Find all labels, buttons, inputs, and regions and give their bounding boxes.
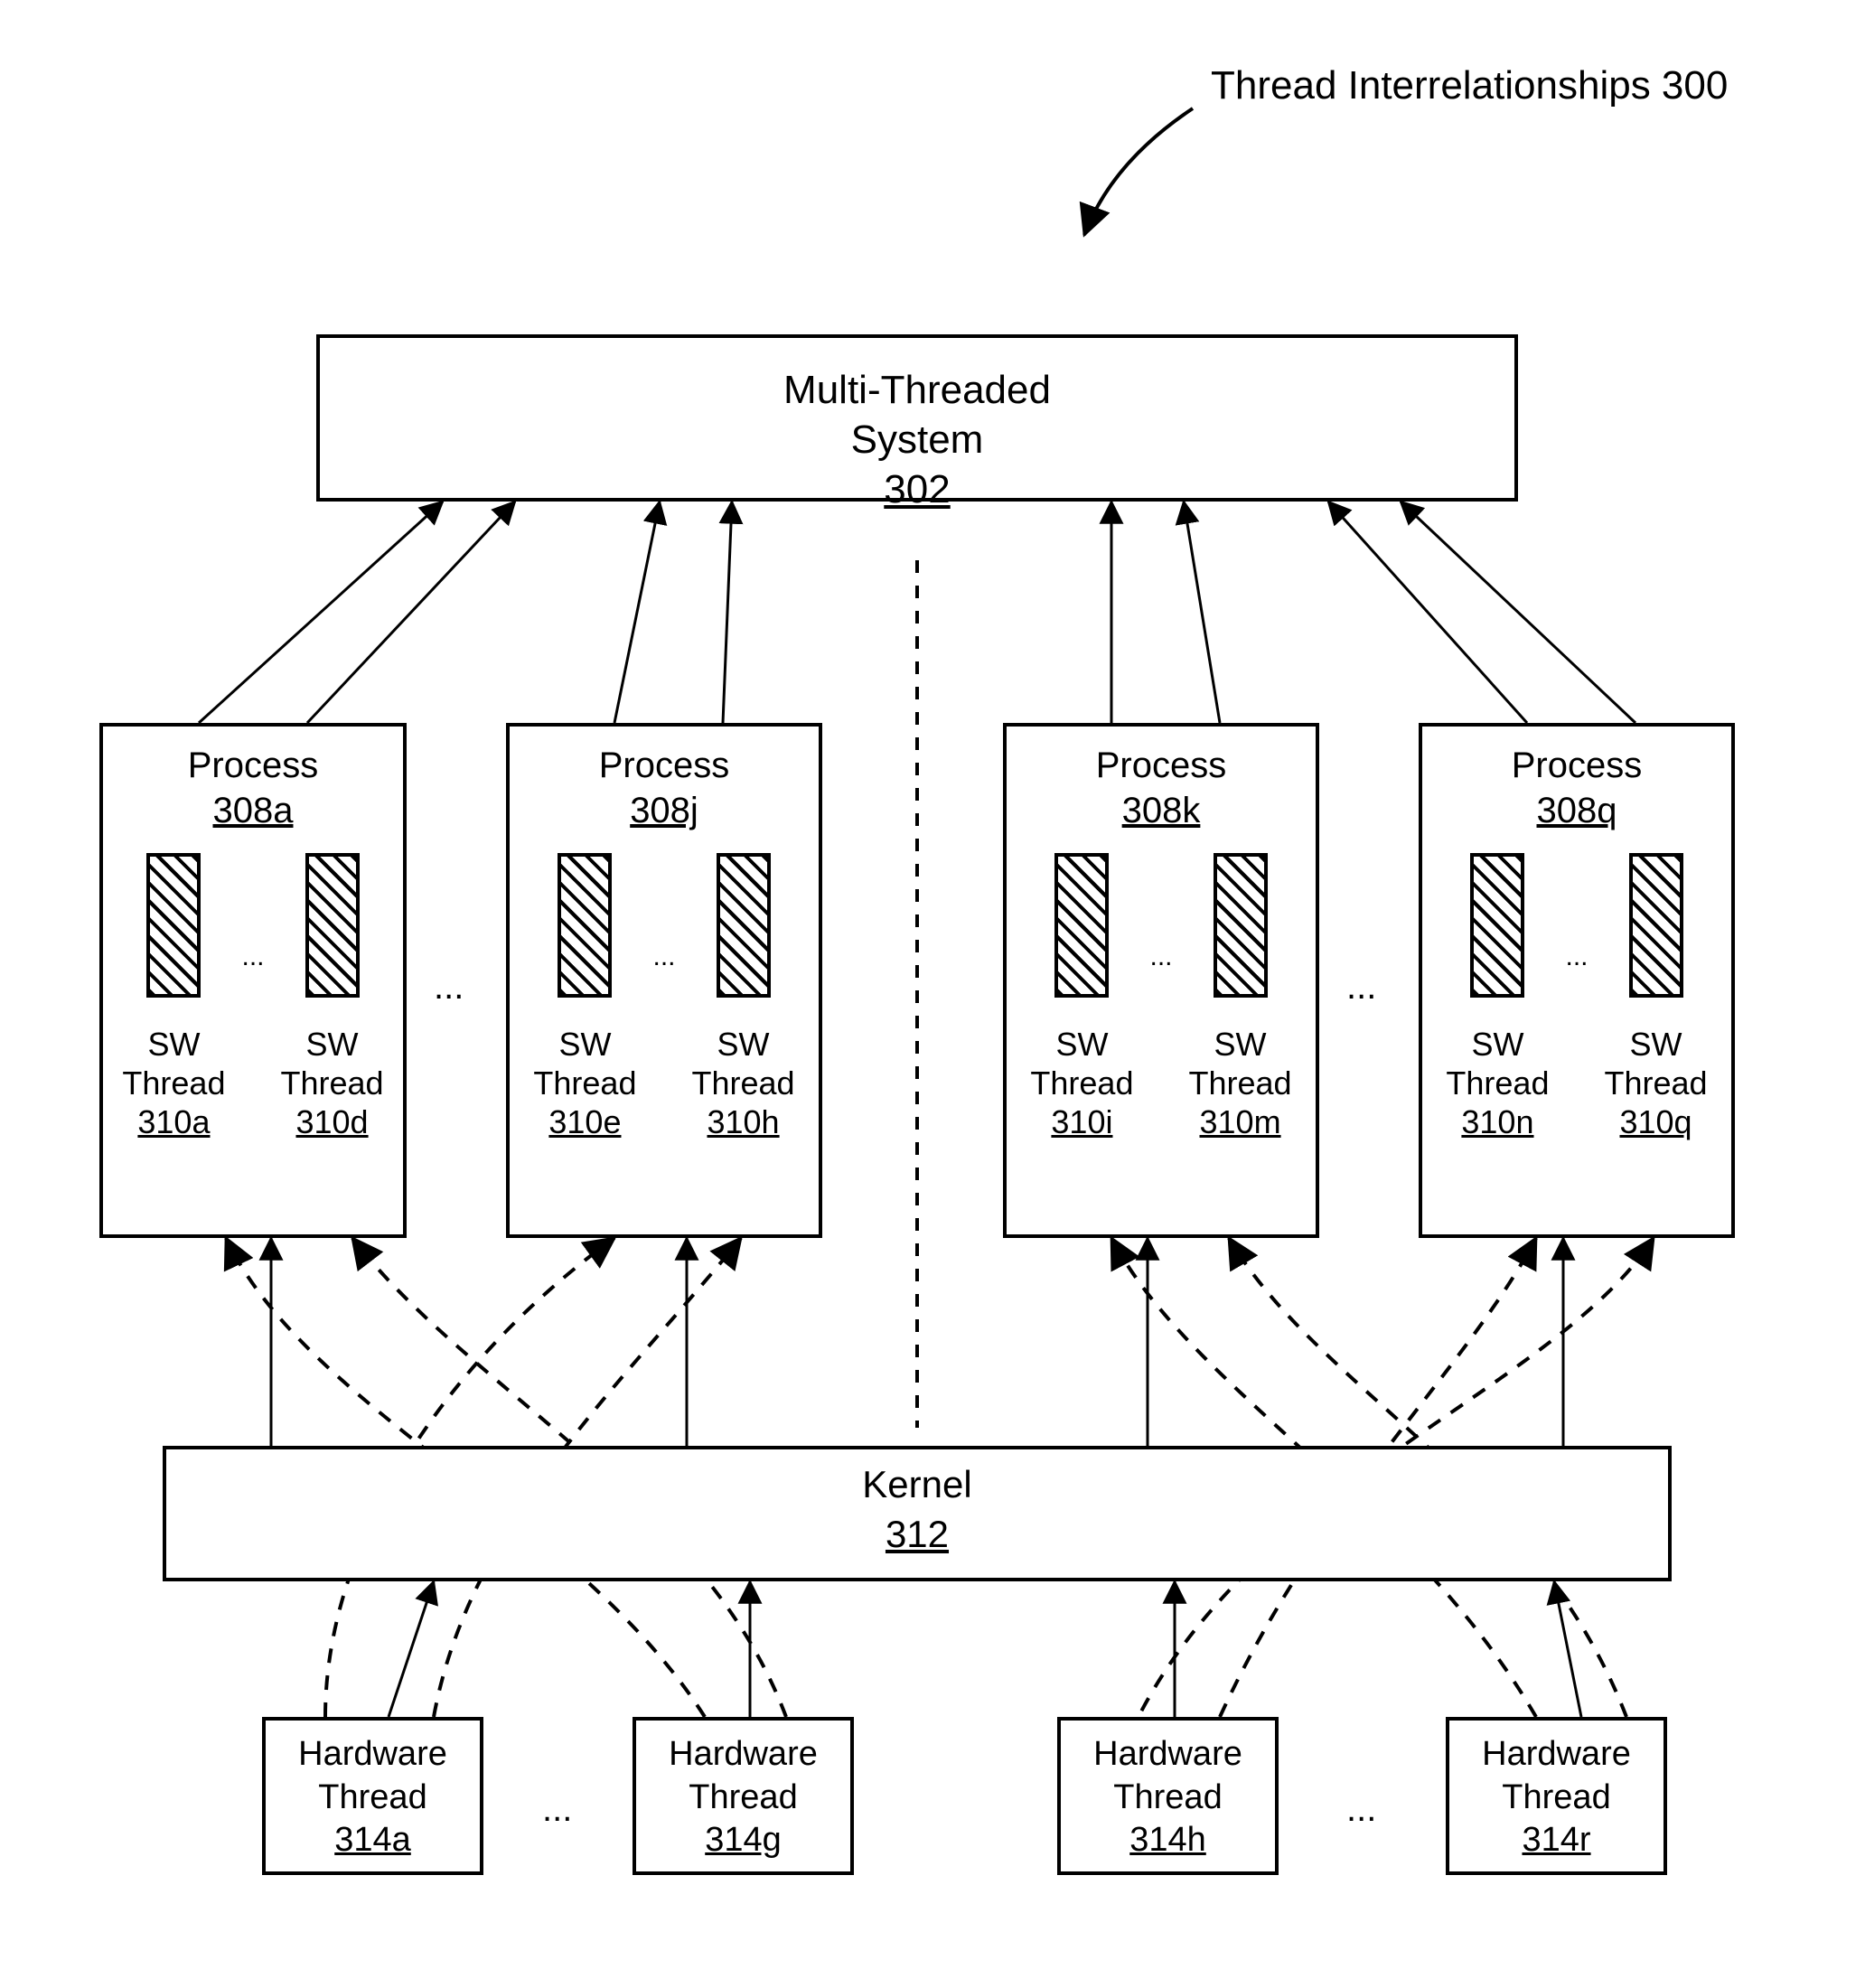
sw-thread-icon (558, 853, 612, 998)
sw-ref: 310m (1189, 1102, 1292, 1141)
ellipsis-icon: ... (241, 942, 264, 972)
sw-thread: SW Thread 310a (122, 853, 225, 1142)
sw-thread-icon (146, 853, 201, 998)
sw-ref: 310q (1605, 1102, 1708, 1141)
hw-l2: Thread (1061, 1777, 1275, 1820)
process-ref: 308j (510, 788, 819, 833)
ellipsis-icon: ... (1149, 942, 1172, 972)
process-box-308q: Process 308q SW Thread 310n ... SW Threa… (1419, 723, 1735, 1238)
system-box: Multi-Threaded System 302 (316, 334, 1518, 502)
sw-l2: Thread (1446, 1064, 1549, 1102)
sw-thread-icon (1214, 853, 1268, 998)
sw-l2: Thread (1189, 1064, 1292, 1102)
kernel-box: Kernel 312 (163, 1446, 1672, 1581)
sw-thread-icon (305, 853, 360, 998)
sw-thread: SW Thread 310n (1446, 853, 1549, 1142)
sw-l1: SW (1189, 1025, 1292, 1064)
sw-l1: SW (122, 1025, 225, 1064)
threads-row: SW Thread 310a ... SW Thread 310d (103, 853, 403, 1142)
ellipsis-icon: ... (1346, 1789, 1376, 1830)
process-label: Process (1422, 743, 1731, 788)
sw-thread-icon (1470, 853, 1524, 998)
process-box-308j: Process 308j SW Thread 310e ... SW Threa… (506, 723, 822, 1238)
sw-l1: SW (1446, 1025, 1549, 1064)
process-box-308a: Process 308a SW Thread 310a ... SW Threa… (99, 723, 407, 1238)
hw-ref: 314a (266, 1819, 480, 1862)
hw-l2: Thread (1449, 1777, 1664, 1820)
system-ref: 302 (320, 464, 1514, 514)
hw-l2: Thread (266, 1777, 480, 1820)
sw-l2: Thread (533, 1064, 636, 1102)
sw-thread-icon (1629, 853, 1683, 998)
sw-l1: SW (1030, 1025, 1133, 1064)
sw-thread: SW Thread 310h (692, 853, 795, 1142)
hw-l1: Hardware (636, 1733, 850, 1777)
sw-ref: 310i (1030, 1102, 1133, 1141)
sw-thread-icon (1054, 853, 1109, 998)
ellipsis-icon: ... (1565, 942, 1588, 972)
sw-l2: Thread (1030, 1064, 1133, 1102)
hw-ref: 314r (1449, 1819, 1664, 1862)
process-ref: 308q (1422, 788, 1731, 833)
process-label: Process (103, 743, 403, 788)
sw-l1: SW (692, 1025, 795, 1064)
sw-l2: Thread (692, 1064, 795, 1102)
sw-thread: SW Thread 310q (1605, 853, 1708, 1142)
process-box-308k: Process 308k SW Thread 310i ... SW Threa… (1003, 723, 1319, 1238)
hw-l2: Thread (636, 1777, 850, 1820)
sw-thread: SW Thread 310e (533, 853, 636, 1142)
diagram-title: Thread Interrelationships 300 (1211, 63, 1728, 108)
ellipsis-icon: ... (1346, 967, 1376, 1008)
sw-thread: SW Thread 310m (1189, 853, 1292, 1142)
sw-thread: SW Thread 310i (1030, 853, 1133, 1142)
sw-ref: 310d (281, 1102, 384, 1141)
sw-thread-icon (717, 853, 771, 998)
hardware-thread-box: Hardware Thread 314h (1057, 1717, 1279, 1875)
hw-l1: Hardware (266, 1733, 480, 1777)
sw-thread: SW Thread 310d (281, 853, 384, 1142)
diagram-canvas: Thread Interrelationships 300 Multi-Thre… (0, 0, 1865, 1988)
sw-l1: SW (533, 1025, 636, 1064)
sw-l2: Thread (281, 1064, 384, 1102)
sw-l1: SW (281, 1025, 384, 1064)
kernel-ref: 312 (166, 1510, 1668, 1560)
sw-ref: 310e (533, 1102, 636, 1141)
sw-ref: 310n (1446, 1102, 1549, 1141)
process-label: Process (510, 743, 819, 788)
sw-l1: SW (1605, 1025, 1708, 1064)
hw-l1: Hardware (1061, 1733, 1275, 1777)
ellipsis-icon: ... (434, 967, 464, 1008)
process-label: Process (1007, 743, 1316, 788)
sw-ref: 310a (122, 1102, 225, 1141)
system-line2: System (320, 415, 1514, 464)
ellipsis-icon: ... (652, 942, 675, 972)
hardware-thread-box: Hardware Thread 314r (1446, 1717, 1667, 1875)
sw-l2: Thread (1605, 1064, 1708, 1102)
process-ref: 308k (1007, 788, 1316, 833)
hardware-thread-box: Hardware Thread 314g (633, 1717, 854, 1875)
kernel-label: Kernel (166, 1460, 1668, 1510)
hardware-thread-box: Hardware Thread 314a (262, 1717, 483, 1875)
hw-ref: 314g (636, 1819, 850, 1862)
hw-ref: 314h (1061, 1819, 1275, 1862)
sw-ref: 310h (692, 1102, 795, 1141)
ellipsis-icon: ... (542, 1789, 572, 1830)
hw-l1: Hardware (1449, 1733, 1664, 1777)
sw-l2: Thread (122, 1064, 225, 1102)
system-line1: Multi-Threaded (320, 365, 1514, 415)
process-ref: 308a (103, 788, 403, 833)
